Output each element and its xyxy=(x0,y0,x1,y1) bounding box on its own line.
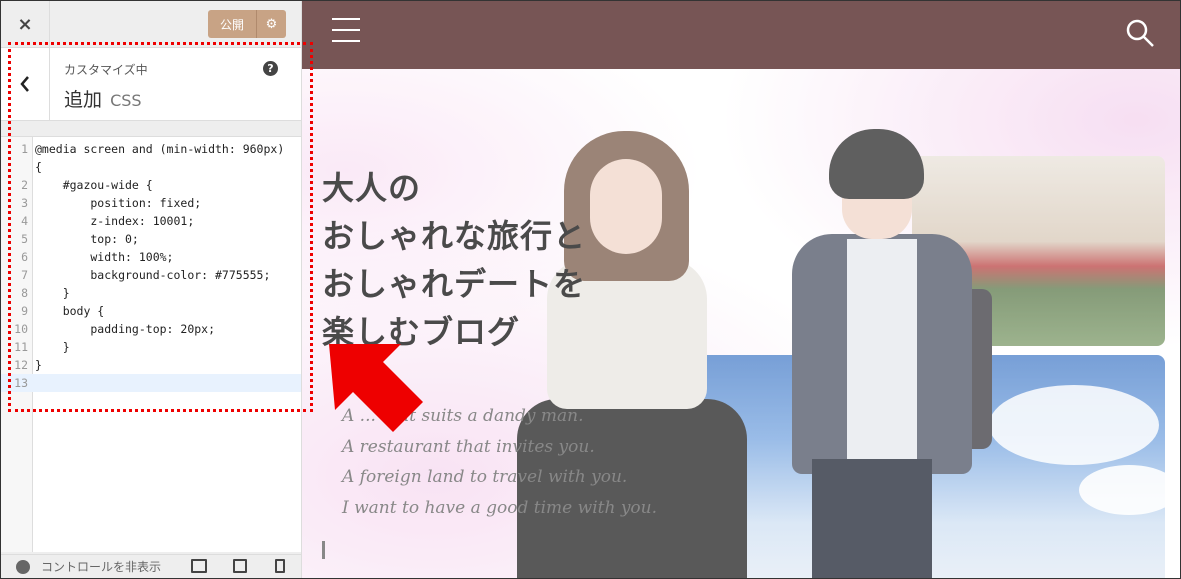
app-window: × 公開 ⚙ カスタマイズ中 追加 CSS ? 1 @media screen a… xyxy=(0,0,1181,579)
headline-line: 大人の xyxy=(322,169,422,207)
site-header xyxy=(302,1,1180,69)
hide-controls-label[interactable]: コントロールを非表示 xyxy=(41,558,161,575)
close-icon[interactable]: × xyxy=(1,1,50,47)
site-preview: 大人の おしゃれな旅行と おしゃれデートを 楽しむブログ A ... that … xyxy=(302,1,1180,578)
hero-section: 大人の おしゃれな旅行と おしゃれデートを 楽しむブログ A ... that … xyxy=(302,69,1180,578)
hero-headline: 大人の おしゃれな旅行と おしゃれデートを 楽しむブログ xyxy=(322,164,586,356)
headline-line: おしゃれデートを xyxy=(322,265,587,303)
annotation-highlight-box xyxy=(8,42,313,412)
search-icon[interactable] xyxy=(1124,17,1156,49)
subcopy-line: I want to have a good time with you. xyxy=(342,497,658,518)
publish-label[interactable]: 公開 xyxy=(208,16,256,33)
mobile-preview-icon[interactable] xyxy=(275,559,285,573)
gear-icon[interactable]: ⚙ xyxy=(257,17,286,32)
publish-button[interactable]: 公開 ⚙ xyxy=(208,10,286,38)
hamburger-menu-icon[interactable] xyxy=(332,18,360,42)
headline-line: おしゃれな旅行と xyxy=(322,217,587,255)
subcopy-line: A foreign land to travel with you. xyxy=(342,467,628,487)
customizer-header: × 公開 ⚙ xyxy=(1,1,301,48)
customizer-footer: コントロールを非表示 xyxy=(1,554,301,578)
tablet-preview-icon[interactable] xyxy=(233,559,247,573)
desktop-preview-icon[interactable] xyxy=(191,559,207,573)
collapse-icon[interactable] xyxy=(16,560,30,574)
annotation-arrow-icon xyxy=(329,344,423,432)
scroll-indicator xyxy=(322,541,325,559)
